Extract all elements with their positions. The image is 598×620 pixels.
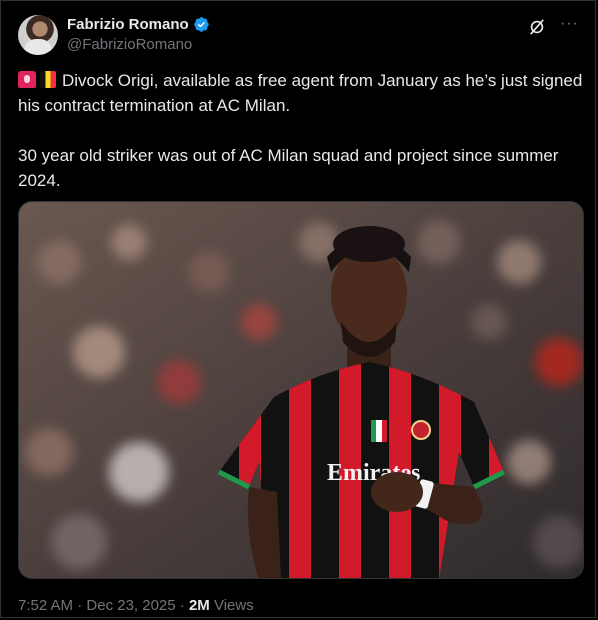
tweet-meta: 7:52 AM · Dec 23, 2025 · 2M Views	[18, 597, 254, 614]
tweet-text: Divock Origi, available as free agent fr…	[18, 68, 588, 193]
avatar[interactable]	[18, 15, 58, 55]
belgium-flag-emoji-icon	[40, 71, 56, 88]
grok-icon[interactable]	[527, 17, 547, 37]
player-photo-illustration: Emirates	[19, 202, 583, 578]
tweet-time[interactable]: 7:52 AM	[18, 597, 73, 614]
siren-emoji-icon	[18, 71, 36, 88]
views-count: 2M	[188, 597, 210, 614]
author-display-name[interactable]: Fabrizio Romano	[67, 16, 189, 33]
tweet-header: Fabrizio Romano @FabrizioRomano ···	[18, 15, 583, 59]
meta-separator: ·	[77, 597, 83, 614]
tweet-text-line-1: Divock Origi, available as free agent fr…	[18, 71, 583, 115]
tweet-paragraph-1: Divock Origi, available as free agent fr…	[18, 68, 588, 118]
tweet-card: Fabrizio Romano @FabrizioRomano ··· Divo…	[0, 0, 596, 618]
author-block: Fabrizio Romano @FabrizioRomano	[67, 16, 210, 53]
tweet-date[interactable]: Dec 23, 2025	[86, 597, 175, 614]
views-label: Views	[213, 597, 254, 614]
tweet-paragraph-2: 30 year old striker was out of AC Milan …	[18, 146, 559, 190]
meta-separator-2: ·	[179, 597, 185, 614]
verified-badge-icon	[193, 17, 209, 32]
author-handle[interactable]: @FabrizioRomano	[67, 36, 210, 53]
tweet-photo[interactable]: Emirates	[18, 201, 584, 579]
more-options-icon[interactable]: ···	[560, 15, 579, 33]
